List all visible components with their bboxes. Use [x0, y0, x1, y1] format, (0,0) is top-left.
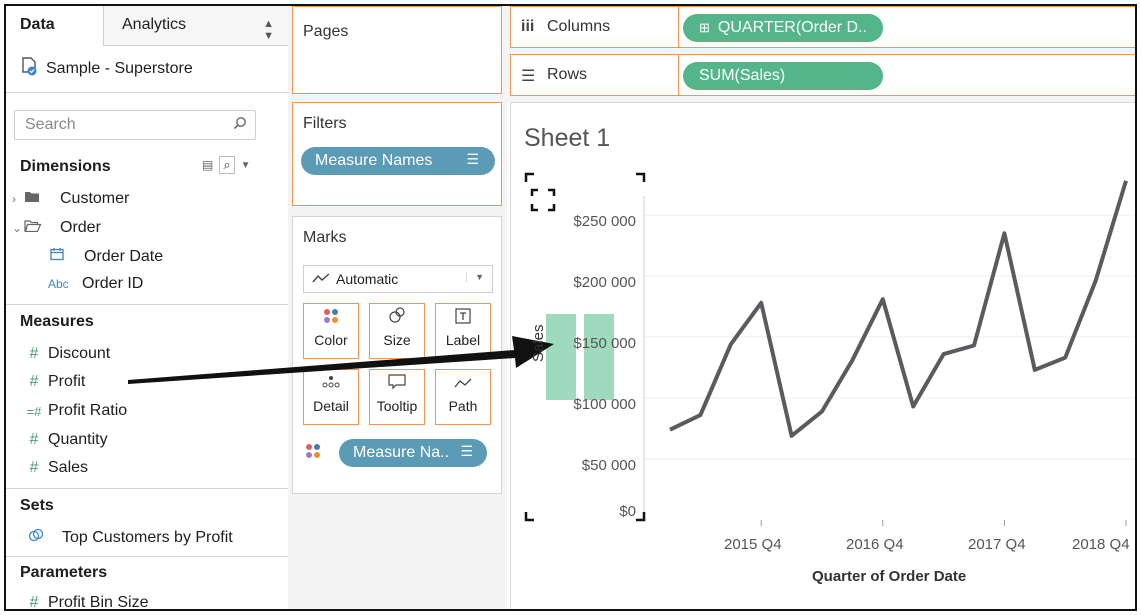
y-tick-label: $150 000: [573, 335, 636, 352]
y-tick-label: $0: [619, 503, 636, 520]
x-tick-label: 2018 Q4: [1072, 536, 1130, 553]
x-tick-label: 2016 Q4: [846, 536, 904, 553]
y-tick-label: $50 000: [581, 457, 636, 474]
tableau-window: Data Analytics ▲ ▼ Sample - Superstore Se…: [4, 4, 1137, 611]
drag-arrow-icon: [128, 336, 554, 384]
x-axis-ticks: [760, 520, 1127, 526]
line-chart: [128, 172, 1135, 526]
y-tick-label: $200 000: [573, 274, 636, 291]
fit-axis-icon[interactable]: [530, 188, 556, 212]
y-tick-label: $100 000: [573, 396, 636, 413]
x-tick-label: 2017 Q4: [968, 536, 1026, 553]
x-tick-label: 2015 Q4: [724, 536, 782, 553]
y-axis-title: Sales: [530, 324, 547, 362]
drop-target-right: [584, 314, 614, 400]
y-tick-label: $250 000: [573, 213, 636, 230]
x-axis-title: Quarter of Order Date: [812, 568, 967, 585]
